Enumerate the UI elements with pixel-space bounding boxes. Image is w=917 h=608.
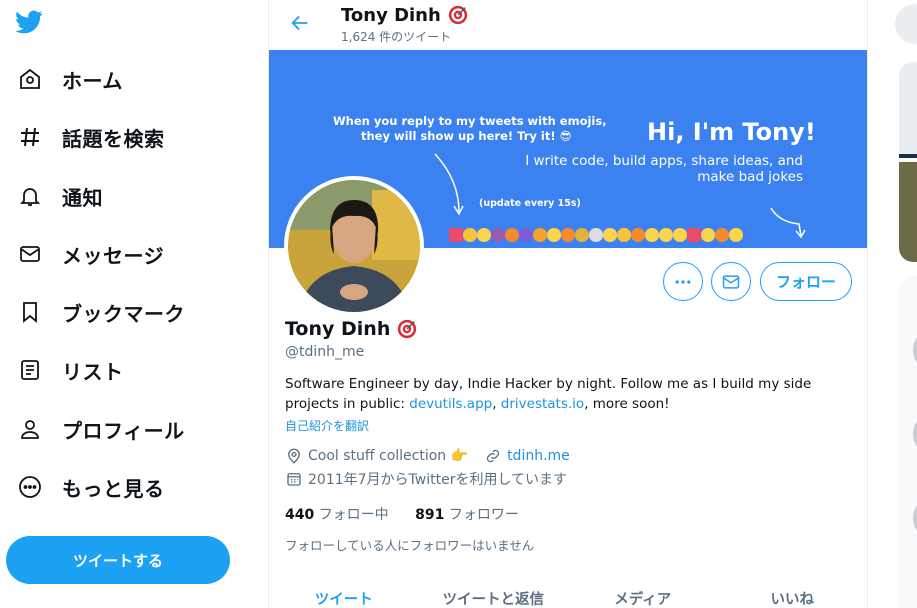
person-icon <box>16 415 44 443</box>
envelope-icon <box>16 240 44 268</box>
avatar[interactable] <box>284 176 424 316</box>
sidebar-item-explore[interactable]: 話題を検索 <box>16 117 165 157</box>
followers-link[interactable]: 891 フォロワー <box>415 507 519 523</box>
header-name-text: Tony Dinh <box>341 4 441 26</box>
bookmark-icon <box>16 298 44 326</box>
sidebar-item-messages[interactable]: メッセージ <box>16 234 164 274</box>
back-button[interactable] <box>285 8 315 38</box>
tab-tweets-and-replies[interactable]: ツイートと返信 <box>419 576 569 608</box>
message-button[interactable] <box>711 262 751 301</box>
list-icon <box>16 356 44 384</box>
curved-arrow-icon <box>770 207 806 239</box>
home-icon <box>16 65 44 93</box>
media-thumbnail <box>899 62 917 158</box>
more-circle-icon <box>16 473 44 501</box>
more-button[interactable] <box>663 262 703 301</box>
search-box[interactable] <box>895 4 917 44</box>
profile-handle: @tdinh_me <box>285 344 365 360</box>
media-thumbnail <box>899 162 917 262</box>
follow-counts: 440 フォロー中 891 フォロワー <box>285 504 541 524</box>
bio-separator: , <box>492 396 501 412</box>
profile-joined-date: 2011年7月からTwitterを利用しています <box>308 472 568 488</box>
follow-button[interactable]: フォロー <box>760 262 852 301</box>
envelope-icon <box>722 274 740 289</box>
profile-header: Tony Dinh 1,624 件のツイート <box>269 0 867 50</box>
more-icon <box>675 279 691 284</box>
emoji-reactions <box>449 228 743 244</box>
sidebar-item-profile[interactable]: プロフィール <box>16 409 185 449</box>
sidebar-item-label: ブックマーク <box>62 301 185 326</box>
banner-text: When you reply to my tweets with emojis, <box>333 114 607 128</box>
profile-website-link[interactable]: tdinh.me <box>507 448 570 464</box>
curved-arrow-icon <box>434 153 464 216</box>
target-emoji-icon <box>398 319 417 339</box>
calendar-icon <box>285 470 303 488</box>
profile-name-text: Tony Dinh <box>285 318 391 340</box>
right-sidebar <box>869 0 917 608</box>
followers-label: フォロワー <box>448 507 519 523</box>
media-preview-card[interactable] <box>899 62 917 262</box>
tab-media[interactable]: メディア <box>568 576 718 608</box>
banner-text: they will show up here! Try it! 😎 <box>361 129 572 143</box>
page-title: Tony Dinh <box>341 4 469 26</box>
twitter-bird-icon[interactable] <box>14 8 46 36</box>
bio-link-devutils[interactable]: devutils.app <box>409 396 492 412</box>
sidebar: ホーム 話題を検索 通知 メッセージ ブックマーク リスト プロフィール もっと… <box>0 0 268 608</box>
sidebar-item-home[interactable]: ホーム <box>16 59 123 99</box>
following-link[interactable]: 440 フォロー中 <box>285 507 389 523</box>
banner-text: make bad jokes <box>697 169 803 185</box>
sidebar-item-more[interactable]: もっと見る <box>16 467 165 507</box>
tab-likes[interactable]: いいね <box>718 576 868 608</box>
sidebar-item-label: 通知 <box>62 185 103 210</box>
target-emoji-icon <box>448 5 467 25</box>
bio-link-drivestats[interactable]: drivestats.io <box>501 396 584 412</box>
sidebar-item-label: プロフィール <box>62 418 185 443</box>
sidebar-item-notifications[interactable]: 通知 <box>16 176 103 216</box>
bell-icon <box>16 182 44 210</box>
profile-joined-row: 2011年7月からTwitterを利用しています <box>285 469 567 489</box>
sidebar-item-label: メッセージ <box>62 243 165 268</box>
profile-bio: Software Engineer by day, Indie Hacker b… <box>285 374 845 414</box>
profile-location: Cool stuff collection 👉 <box>308 448 469 464</box>
banner-text: I write code, build apps, share ideas, a… <box>525 153 803 169</box>
tweet-count: 1,624 件のツイート <box>341 30 452 44</box>
following-label: フォロー中 <box>318 507 389 523</box>
sidebar-item-lists[interactable]: リスト <box>16 350 124 390</box>
sidebar-item-label: ホーム <box>62 68 123 93</box>
translate-bio-link[interactable]: 自己紹介を翻訳 <box>285 417 369 434</box>
tab-tweets[interactable]: ツイート <box>269 576 419 608</box>
profile-column: Tony Dinh 1,624 件のツイート When you reply to… <box>268 0 868 608</box>
profile-tabs: ツイート ツイートと返信 メディア いいね <box>269 576 867 608</box>
followers-count: 891 <box>415 507 445 523</box>
following-count: 440 <box>285 507 315 523</box>
sidebar-item-bookmarks[interactable]: ブックマーク <box>16 292 185 332</box>
hashtag-icon <box>16 123 44 151</box>
sidebar-item-label: もっと見る <box>62 476 165 501</box>
sidebar-item-label: 話題を検索 <box>62 126 165 151</box>
sidebar-item-label: リスト <box>62 359 124 384</box>
banner-heading: Hi, I'm Tony! <box>647 118 816 146</box>
banner-text: (update every 15s) <box>479 198 581 209</box>
profile-meta: Cool stuff collection 👉 tdinh.me <box>285 446 570 466</box>
bio-text-end: , more soon! <box>584 396 670 412</box>
followers-you-know-note: フォローしている人にフォロワーはいません <box>285 538 535 553</box>
profile-name: Tony Dinh <box>285 318 418 340</box>
link-icon <box>484 447 502 465</box>
arrow-left-icon <box>291 15 308 31</box>
location-icon <box>285 447 303 465</box>
tweet-button[interactable]: ツイートする <box>6 536 230 584</box>
